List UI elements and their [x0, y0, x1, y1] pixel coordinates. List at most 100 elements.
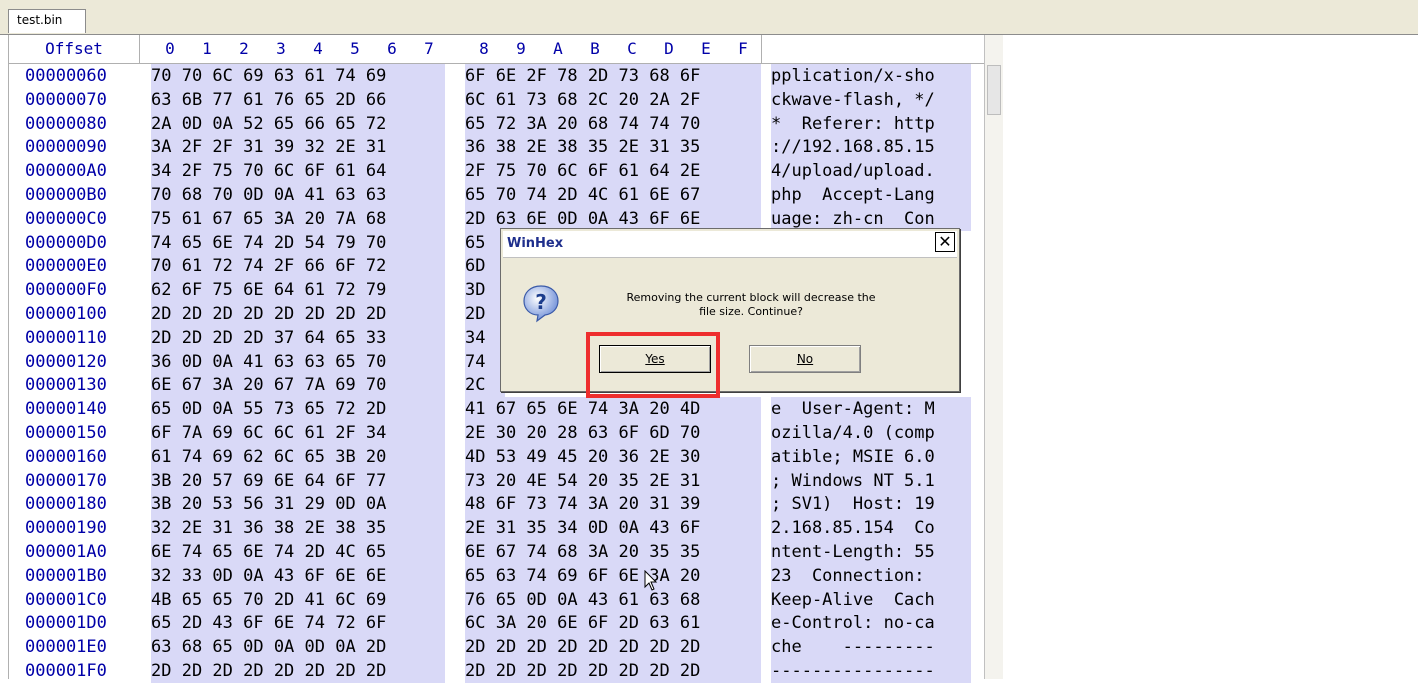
ascii-cell[interactable]: ckwave-flash, */	[771, 87, 971, 112]
hex-cell[interactable]: 70 70 6C 69 63 61 74 69	[151, 64, 445, 88]
hex-cell[interactable]: 63 68 65 0D 0A 0D 0A 2D	[151, 635, 445, 660]
hex-cell[interactable]: 2D 2D 2D 2D 2D 2D 2D 2D	[465, 659, 761, 683]
offset-cell[interactable]: 00000180	[25, 492, 135, 516]
offset-cell[interactable]: 00000080	[25, 112, 135, 136]
ascii-cell[interactable]: pplication/x-sho	[771, 64, 971, 88]
hex-cell[interactable]: 3A 2F 2F 31 39 32 2E 31	[151, 135, 445, 160]
hex-cell[interactable]: 6F 6E 2F 78 2D 73 68 6F	[465, 64, 761, 88]
offset-cell[interactable]: 000000D0	[25, 231, 135, 255]
ascii-cell[interactable]: ----------------	[771, 659, 971, 683]
hex-cell[interactable]: 48 6F 73 74 3A 20 31 39	[465, 492, 761, 517]
hex-cell[interactable]: 32 33 0D 0A 43 6F 6E 6E	[151, 563, 445, 588]
hex-cell[interactable]: 3B 20 53 56 31 29 0D 0A	[151, 492, 445, 517]
offset-cell[interactable]: 00000150	[25, 421, 135, 445]
hex-cell[interactable]: 70 61 72 74 2F 66 6F 72	[151, 254, 445, 279]
ascii-cell[interactable]: e User-Agent: M	[771, 397, 971, 422]
hex-cell[interactable]: 74 65 6E 74 2D 54 79 70	[151, 230, 445, 255]
hex-cell[interactable]: 2C	[465, 373, 505, 398]
offset-cell[interactable]: 00000060	[25, 64, 135, 88]
ascii-cell[interactable]: 23 Connection:	[771, 563, 971, 588]
hex-cell[interactable]: 65 2D 43 6F 6E 74 72 6F	[151, 611, 445, 636]
hex-cell[interactable]: 6E 67 74 68 3A 20 35 35	[465, 540, 761, 564]
hex-cell[interactable]: 65	[465, 230, 505, 255]
hex-cell[interactable]: 2D 2D 2D 2D 2D 2D 2D 2D	[151, 302, 445, 326]
ascii-cell[interactable]: e-Control: no-ca	[771, 611, 971, 636]
offset-cell[interactable]: 000000B0	[25, 183, 135, 207]
vertical-scrollbar[interactable]	[984, 35, 1003, 679]
hex-cell[interactable]: 34 2F 75 70 6C 6F 61 64	[151, 159, 445, 184]
ascii-cell[interactable]: Keep-Alive Cach	[771, 587, 971, 612]
hex-cell[interactable]: 6C 3A 20 6E 6F 2D 63 61	[465, 611, 761, 636]
yes-button[interactable]: Yes	[599, 345, 711, 373]
hex-cell[interactable]: 2F 75 70 6C 6F 61 64 2E	[465, 159, 761, 184]
ascii-cell[interactable]: ; SV1) Host: 19	[771, 492, 971, 517]
ascii-cell[interactable]: atible; MSIE 6.0	[771, 444, 971, 469]
ascii-cell[interactable]: ozilla/4.0 (comp	[771, 421, 971, 445]
tab-test-bin[interactable]: test.bin	[8, 9, 86, 33]
hex-cell[interactable]: 63 6B 77 61 76 65 2D 66	[151, 87, 445, 112]
offset-cell[interactable]: 00000090	[25, 135, 135, 159]
hex-cell[interactable]: 41 67 65 6E 74 3A 20 4D	[465, 397, 761, 422]
offset-cell[interactable]: 000001D0	[25, 611, 135, 635]
offset-cell[interactable]: 00000130	[25, 373, 135, 397]
hex-cell[interactable]: 6D	[465, 254, 505, 279]
hex-cell[interactable]: 2D	[465, 302, 505, 326]
close-icon[interactable]: ✕	[935, 232, 955, 252]
hex-cell[interactable]: 3D	[465, 278, 505, 303]
ascii-cell[interactable]: che ---------	[771, 635, 971, 660]
hex-cell[interactable]: 76 65 0D 0A 43 61 63 68	[465, 587, 761, 612]
offset-cell[interactable]: 00000170	[25, 469, 135, 493]
hex-cell[interactable]: 6C 61 73 68 2C 20 2A 2F	[465, 87, 761, 112]
hex-cell[interactable]: 6E 74 65 6E 74 2D 4C 65	[151, 540, 445, 564]
offset-cell[interactable]: 000000F0	[25, 278, 135, 302]
hex-cell[interactable]: 36 0D 0A 41 63 63 65 70	[151, 349, 445, 374]
offset-cell[interactable]: 00000110	[25, 326, 135, 350]
offset-cell[interactable]: 000001A0	[25, 540, 135, 564]
ascii-cell[interactable]: 4/upload/upload.	[771, 159, 971, 184]
offset-cell[interactable]: 00000140	[25, 397, 135, 421]
ascii-cell[interactable]: ntent-Length: 55	[771, 540, 971, 564]
offset-cell[interactable]: 000001B0	[25, 564, 135, 588]
hex-cell[interactable]: 65 0D 0A 55 73 65 72 2D	[151, 397, 445, 422]
offset-cell[interactable]: 00000190	[25, 516, 135, 540]
offset-cell[interactable]: 00000120	[25, 350, 135, 374]
hex-cell[interactable]: 2E 31 35 34 0D 0A 43 6F	[465, 516, 761, 541]
hex-cell[interactable]: 75 61 67 65 3A 20 7A 68	[151, 206, 445, 231]
hex-cell[interactable]: 4B 65 65 70 2D 41 6C 69	[151, 587, 445, 612]
hex-cell[interactable]: 2D 2D 2D 2D 2D 2D 2D 2D	[465, 635, 761, 660]
ascii-cell[interactable]: * Referer: http	[771, 111, 971, 136]
offset-cell[interactable]: 000001C0	[25, 588, 135, 612]
hex-cell[interactable]: 32 2E 31 36 38 2E 38 35	[151, 516, 445, 541]
offset-cell[interactable]: 00000070	[25, 88, 135, 112]
hex-cell[interactable]: 6E 67 3A 20 67 7A 69 70	[151, 373, 445, 398]
ascii-cell[interactable]: php Accept-Lang	[771, 183, 971, 207]
hex-cell[interactable]: 70 68 70 0D 0A 41 63 63	[151, 183, 445, 207]
hex-cell[interactable]: 73 20 4E 54 20 35 2E 31	[465, 468, 761, 493]
hex-cell[interactable]: 6F 7A 69 6C 6C 61 2F 34	[151, 421, 445, 445]
hex-cell[interactable]: 65 63 74 69 6F 6E 3A 20	[465, 563, 761, 588]
ascii-cell[interactable]: 2.168.85.154 Co	[771, 516, 971, 541]
hex-cell[interactable]: 2E 30 20 28 63 6F 6D 70	[465, 421, 761, 445]
ascii-cell[interactable]: ; Windows NT 5.1	[771, 468, 971, 493]
hex-cell[interactable]: 2A 0D 0A 52 65 66 65 72	[151, 111, 445, 136]
no-button[interactable]: No	[749, 345, 861, 373]
hex-cell[interactable]: 74	[465, 349, 505, 374]
hex-cell[interactable]: 36 38 2E 38 35 2E 31 35	[465, 135, 761, 160]
ascii-cell[interactable]: ://192.168.85.15	[771, 135, 971, 160]
hex-cell[interactable]: 4D 53 49 45 20 36 2E 30	[465, 444, 761, 469]
scroll-thumb[interactable]	[987, 65, 1001, 115]
hex-cell[interactable]: 65 72 3A 20 68 74 74 70	[465, 111, 761, 136]
hex-cell[interactable]: 2D 2D 2D 2D 37 64 65 33	[151, 325, 445, 350]
offset-cell[interactable]: 00000100	[25, 302, 135, 326]
offset-cell[interactable]: 000000E0	[25, 254, 135, 278]
hex-cell[interactable]: 65 70 74 2D 4C 61 6E 67	[465, 183, 761, 207]
offset-cell[interactable]: 000000A0	[25, 159, 135, 183]
offset-cell[interactable]: 000000C0	[25, 207, 135, 231]
offset-cell[interactable]: 000001E0	[25, 635, 135, 659]
hex-cell[interactable]: 34	[465, 325, 505, 350]
offset-cell[interactable]: 000001F0	[25, 659, 135, 683]
hex-cell[interactable]: 62 6F 75 6E 64 61 72 79	[151, 278, 445, 303]
hex-cell[interactable]: 2D 2D 2D 2D 2D 2D 2D 2D	[151, 659, 445, 683]
hex-cell[interactable]: 61 74 69 62 6C 65 3B 20	[151, 444, 445, 469]
hex-cell[interactable]: 3B 20 57 69 6E 64 6F 77	[151, 468, 445, 493]
